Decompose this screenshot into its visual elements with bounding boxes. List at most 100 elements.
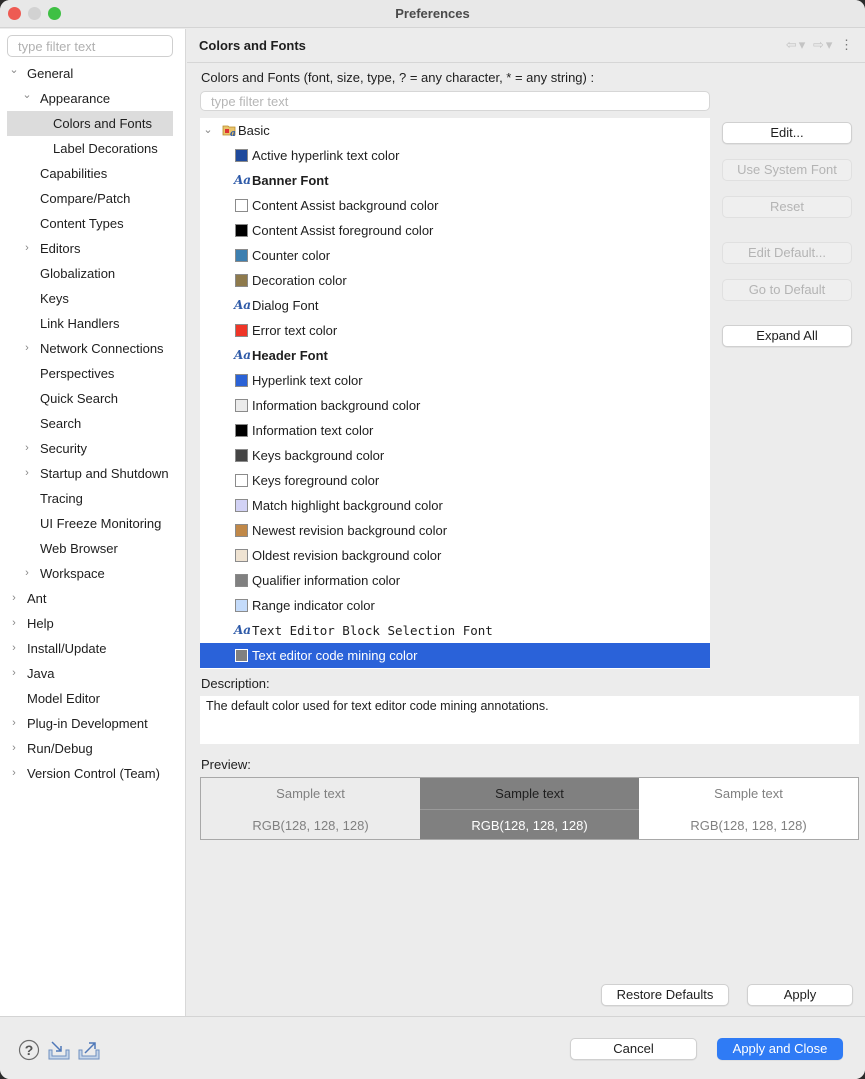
view-menu-icon[interactable]: ⋮ xyxy=(840,37,855,52)
sidebar-item-label: Tracing xyxy=(40,491,83,506)
sidebar-item-help[interactable]: › Help xyxy=(0,611,186,636)
back-arrow-icon[interactable]: ⇦▾ xyxy=(786,37,807,52)
chevron-right-icon[interactable]: › xyxy=(8,586,20,611)
color-font-entry[interactable]: Match highlight background color xyxy=(200,493,710,518)
color-font-entry[interactable]: Aa Header Font xyxy=(200,343,710,368)
sidebar-item-ui-freeze-monitoring[interactable]: UI Freeze Monitoring xyxy=(0,511,186,536)
color-font-entry[interactable]: Oldest revision background color xyxy=(200,543,710,568)
sidebar-item-startup-and-shutdown[interactable]: › Startup and Shutdown xyxy=(0,461,186,486)
color-font-entry[interactable]: Text editor code mining color xyxy=(200,643,710,668)
chevron-right-icon[interactable]: › xyxy=(21,436,33,461)
color-font-entry[interactable]: Keys background color xyxy=(200,443,710,468)
sidebar-item-install-update[interactable]: › Install/Update xyxy=(0,636,186,661)
sidebar-item-globalization[interactable]: Globalization xyxy=(0,261,186,286)
cancel-button[interactable]: Cancel xyxy=(570,1038,697,1060)
page-header: Colors and Fonts ⇦▾ ⇨▾ ⋮ xyxy=(187,29,865,63)
preview-rgb-value: RGB(128, 128, 128) xyxy=(471,818,588,833)
chevron-right-icon[interactable]: › xyxy=(8,711,20,736)
sidebar-item-run-debug[interactable]: › Run/Debug xyxy=(0,736,186,761)
sidebar-item-label: Java xyxy=(27,666,55,681)
sidebar-item-plug-in-development[interactable]: › Plug-in Development xyxy=(0,711,186,736)
color-swatch-icon xyxy=(235,524,248,537)
description-label: Description: xyxy=(201,676,270,691)
chevron-right-icon[interactable]: › xyxy=(8,661,20,686)
sidebar-item-version-control-team[interactable]: › Version Control (Team) xyxy=(0,761,186,786)
sidebar-item-content-types[interactable]: Content Types xyxy=(0,211,186,236)
category-basic[interactable]: ⌄ a Basic xyxy=(200,118,710,143)
forward-arrow-icon[interactable]: ⇨▾ xyxy=(813,37,834,52)
sidebar-item-keys[interactable]: Keys xyxy=(0,286,186,311)
color-font-entry[interactable]: Decoration color xyxy=(200,268,710,293)
sidebar-item-quick-search[interactable]: Quick Search xyxy=(0,386,186,411)
color-swatch-icon xyxy=(235,549,248,562)
entry-label: Information text color xyxy=(252,423,374,438)
sidebar-item-label-decorations[interactable]: Label Decorations xyxy=(0,136,186,161)
color-font-entry[interactable]: Information text color xyxy=(200,418,710,443)
sidebar-item-compare-patch[interactable]: Compare/Patch xyxy=(0,186,186,211)
color-font-entry[interactable]: Aa Banner Font xyxy=(200,168,710,193)
chevron-right-icon[interactable]: › xyxy=(8,736,20,761)
help-icon[interactable]: ? xyxy=(18,1039,40,1061)
chevron-right-icon[interactable]: › xyxy=(21,236,33,261)
expand-all-button[interactable]: Expand All xyxy=(722,325,852,347)
sidebar-item-workspace[interactable]: › Workspace xyxy=(0,561,186,586)
color-font-entry[interactable]: Information background color xyxy=(200,393,710,418)
font-icon: Aa xyxy=(234,173,252,187)
sidebar-item-tracing[interactable]: Tracing xyxy=(0,486,186,511)
apply-and-close-button[interactable]: Apply and Close xyxy=(717,1038,843,1060)
color-font-entry[interactable]: Aa Dialog Font xyxy=(200,293,710,318)
color-font-entry[interactable]: Keys foreground color xyxy=(200,468,710,493)
go-to-default-button[interactable]: Go to Default xyxy=(722,279,852,301)
color-font-entry[interactable]: Content Assist background color xyxy=(200,193,710,218)
sidebar-item-link-handlers[interactable]: Link Handlers xyxy=(0,311,186,336)
reset-button[interactable]: Reset xyxy=(722,196,852,218)
apply-button[interactable]: Apply xyxy=(747,984,853,1006)
chevron-right-icon[interactable]: › xyxy=(21,561,33,586)
color-font-entry[interactable]: Error text color xyxy=(200,318,710,343)
nav-controls: ⇦▾ ⇨▾ ⋮ xyxy=(786,37,855,53)
sidebar-filter-input[interactable]: type filter text xyxy=(7,35,173,57)
sidebar-item-security[interactable]: › Security xyxy=(0,436,186,461)
color-swatch-icon xyxy=(235,474,248,487)
sidebar-item-model-editor[interactable]: Model Editor xyxy=(0,686,186,711)
sidebar-item-label: Editors xyxy=(40,241,81,256)
sidebar-item-colors-and-fonts[interactable]: Colors and Fonts xyxy=(7,111,173,136)
import-icon[interactable] xyxy=(47,1039,71,1061)
sidebar-item-web-browser[interactable]: Web Browser xyxy=(0,536,186,561)
color-font-entry[interactable]: Aa Text Editor Block Selection Font xyxy=(200,618,710,643)
restore-defaults-button[interactable]: Restore Defaults xyxy=(601,984,729,1006)
color-font-entry[interactable]: Range indicator color xyxy=(200,593,710,618)
chevron-right-icon[interactable]: › xyxy=(8,611,20,636)
chevron-right-icon[interactable]: › xyxy=(8,761,20,786)
sidebar-item-appearance[interactable]: ⌄ Appearance xyxy=(0,86,186,111)
chevron-down-icon[interactable]: ⌄ xyxy=(8,61,20,83)
sidebar-item-editors[interactable]: › Editors xyxy=(0,236,186,261)
color-font-entry[interactable]: Counter color xyxy=(200,243,710,268)
color-font-entry[interactable]: Hyperlink text color xyxy=(200,368,710,393)
entry-label: Match highlight background color xyxy=(252,498,443,513)
preview-rgb-value: RGB(128, 128, 128) xyxy=(252,818,369,833)
edit-default-button[interactable]: Edit Default... xyxy=(722,242,852,264)
chevron-right-icon[interactable]: › xyxy=(21,336,33,361)
sidebar-item-java[interactable]: › Java xyxy=(0,661,186,686)
chevron-right-icon[interactable]: › xyxy=(8,636,20,661)
export-icon[interactable] xyxy=(77,1039,101,1061)
chevron-down-icon[interactable]: ⌄ xyxy=(202,118,214,143)
chevron-right-icon[interactable]: › xyxy=(21,461,33,486)
sidebar-item-capabilities[interactable]: Capabilities xyxy=(0,161,186,186)
sidebar-item-search[interactable]: Search xyxy=(0,411,186,436)
use-system-font-button[interactable]: Use System Font xyxy=(722,159,852,181)
edit-button[interactable]: Edit... xyxy=(722,122,852,144)
color-font-entry[interactable]: Newest revision background color xyxy=(200,518,710,543)
color-font-entry[interactable]: Content Assist foreground color xyxy=(200,218,710,243)
sidebar-item-network-connections[interactable]: › Network Connections xyxy=(0,336,186,361)
color-font-entry[interactable]: Qualifier information color xyxy=(200,568,710,593)
sidebar-item-ant[interactable]: › Ant xyxy=(0,586,186,611)
folder-font-icon: a xyxy=(222,125,236,137)
colors-filter-input[interactable]: type filter text xyxy=(200,91,710,111)
sidebar-item-perspectives[interactable]: Perspectives xyxy=(0,361,186,386)
sidebar-item-general[interactable]: ⌄ General xyxy=(0,61,186,86)
chevron-down-icon[interactable]: ⌄ xyxy=(21,86,33,108)
color-swatch-icon xyxy=(235,149,248,162)
color-font-entry[interactable]: Active hyperlink text color xyxy=(200,143,710,168)
